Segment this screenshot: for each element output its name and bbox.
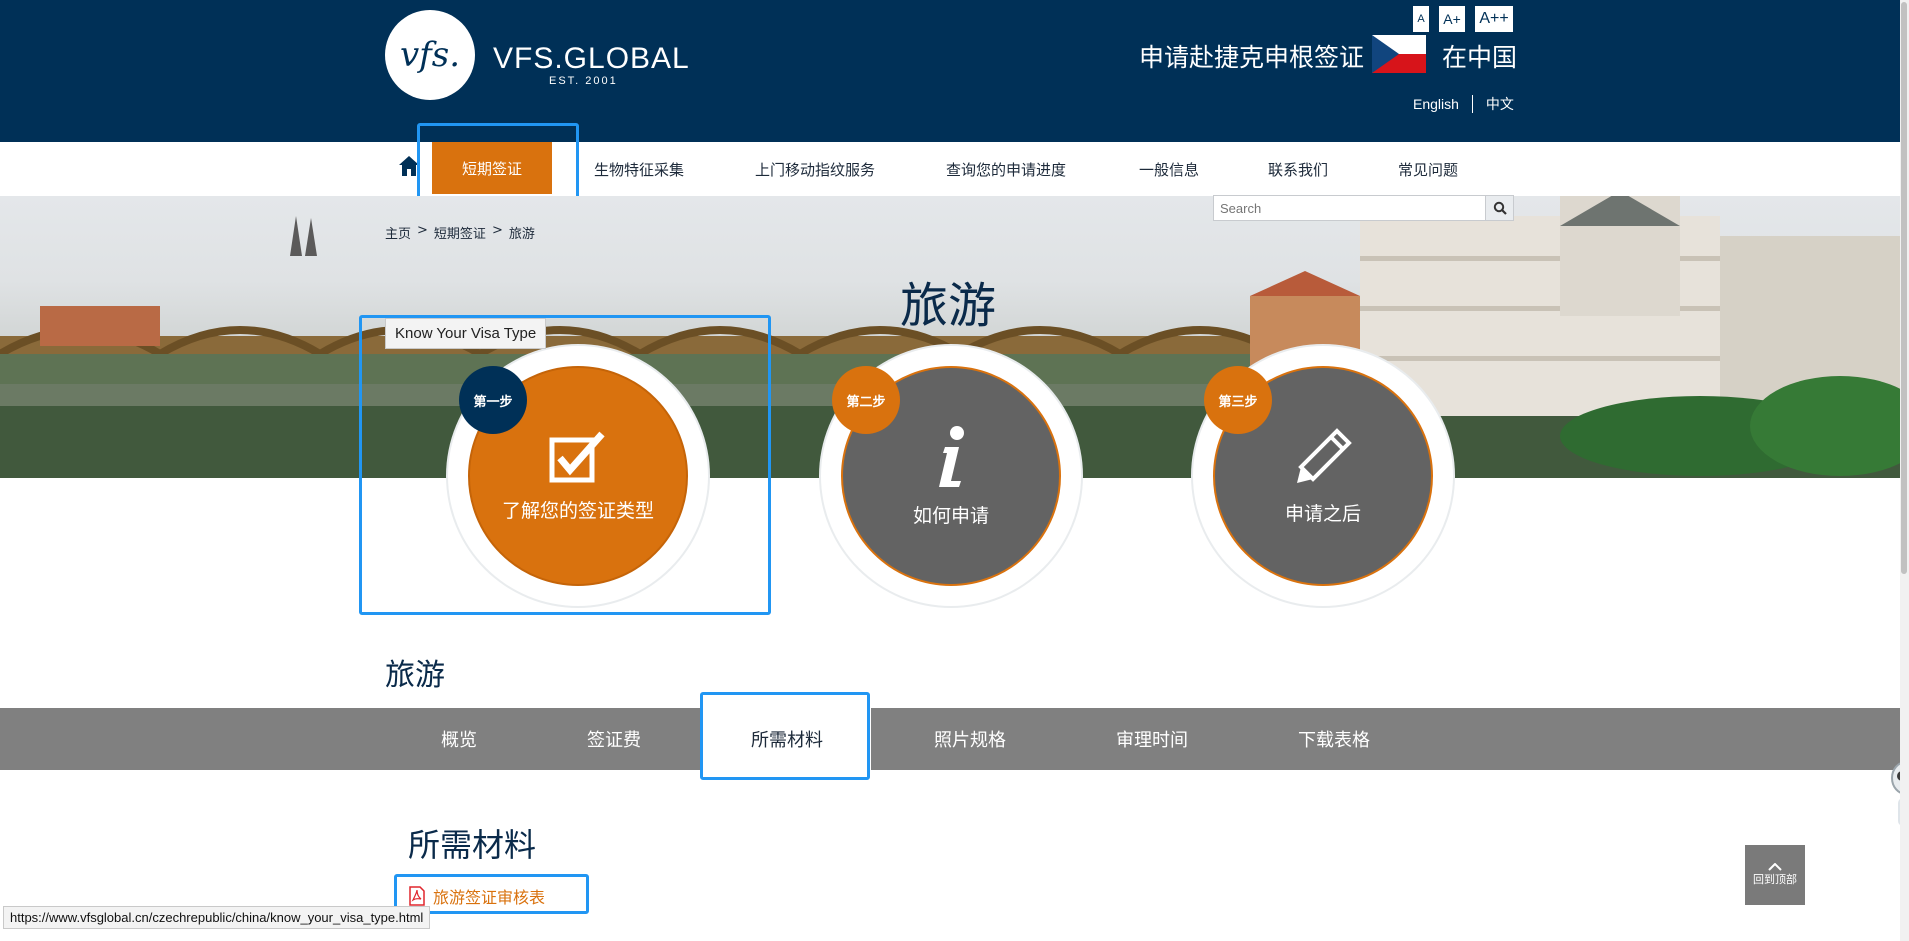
step-3-badge: 第三步	[1204, 366, 1272, 434]
vfs-logo[interactable]: vfs.	[385, 10, 475, 100]
logo-est: EST. 2001	[549, 75, 618, 87]
breadcrumb-separator: >	[491, 223, 503, 238]
page-root: { "header": { "logo_mark": "vfs.", "logo…	[0, 0, 1909, 941]
highlight-tab-active	[700, 692, 870, 780]
nav-item-faq[interactable]: 常见问题	[1398, 142, 1458, 196]
breadcrumb-separator: >	[417, 223, 428, 238]
step-2-label: 如何申请	[912, 504, 989, 527]
tab-processing-time[interactable]: 审理时间	[1116, 708, 1188, 770]
apply-title: 申请赴捷克申根签证	[1139, 43, 1365, 72]
status-url: https://www.vfsglobal.cn/czechrepublic/c…	[3, 906, 431, 929]
main-nav: 短期签证 生物特征采集 上门移动指纹服务 查询您的申请进度 一般信息 联系我们 …	[0, 142, 1900, 196]
czech-flag-icon	[1372, 35, 1426, 73]
breadcrumb-short-term-visa[interactable]: 短期签证	[434, 223, 486, 242]
nav-item-track-application[interactable]: 查询您的申请进度	[946, 142, 1066, 196]
back-to-top-label: 回到顶部	[1753, 873, 1797, 886]
search-box	[1213, 195, 1514, 221]
chevron-up-icon	[1768, 863, 1782, 871]
step-2-badge: 第二步	[832, 366, 900, 434]
breadcrumb-current: 旅游	[508, 227, 535, 242]
logo-mark: vfs.	[399, 35, 461, 75]
breadcrumb-home[interactable]: 主页	[385, 223, 411, 242]
info-icon	[939, 425, 964, 487]
logo-name: VFS.GLOBAL	[493, 42, 690, 75]
nav-item-biometrics[interactable]: 生物特征采集	[594, 142, 684, 196]
page-title: 旅游	[900, 278, 997, 334]
lang-chinese-link[interactable]: 中文	[1486, 94, 1514, 114]
nav-item-contact-us[interactable]: 联系我们	[1268, 142, 1328, 196]
tab-visa-fee[interactable]: 签证费	[587, 708, 641, 770]
back-to-top-button[interactable]: 回到顶部	[1745, 845, 1805, 905]
tab-download-forms[interactable]: 下载表格	[1298, 708, 1370, 770]
font-size-small-button[interactable]: A	[1413, 6, 1429, 32]
lang-english-link[interactable]: English	[1413, 96, 1459, 112]
search-button[interactable]	[1485, 196, 1513, 220]
language-switcher: English 中文	[1413, 94, 1514, 114]
font-size-medium-button[interactable]: A+	[1439, 6, 1465, 32]
breadcrumb: 主页 > 短期签证 > 旅游	[385, 223, 535, 242]
content-tabs: 概览 签证费 所需材料 照片规格 审理时间 下载表格	[0, 704, 1900, 774]
location-label: 在中国	[1442, 43, 1518, 72]
font-size-large-button[interactable]: A++	[1475, 6, 1513, 32]
font-size-controls: A A+ A++	[1413, 6, 1513, 32]
nav-item-general-info[interactable]: 一般信息	[1139, 142, 1199, 196]
site-header: vfs. VFS.GLOBAL EST. 2001 A A+ A++ 申请赴捷克…	[0, 0, 1900, 142]
search-input[interactable]	[1214, 196, 1486, 220]
pencil-icon	[1297, 427, 1352, 483]
content-title: 所需材料	[408, 826, 537, 864]
tab-overview[interactable]: 概览	[441, 708, 477, 770]
search-icon	[1493, 201, 1507, 215]
section-title: 旅游	[385, 658, 445, 693]
nav-item-mobile-fingerprint[interactable]: 上门移动指纹服务	[755, 142, 875, 196]
lang-divider	[1471, 95, 1473, 113]
step-3-label: 申请之后	[1284, 502, 1361, 525]
tab-photo-specs[interactable]: 照片规格	[934, 708, 1006, 770]
scrollbar-thumb[interactable]	[1901, 2, 1907, 574]
highlight-step-1	[359, 315, 771, 615]
